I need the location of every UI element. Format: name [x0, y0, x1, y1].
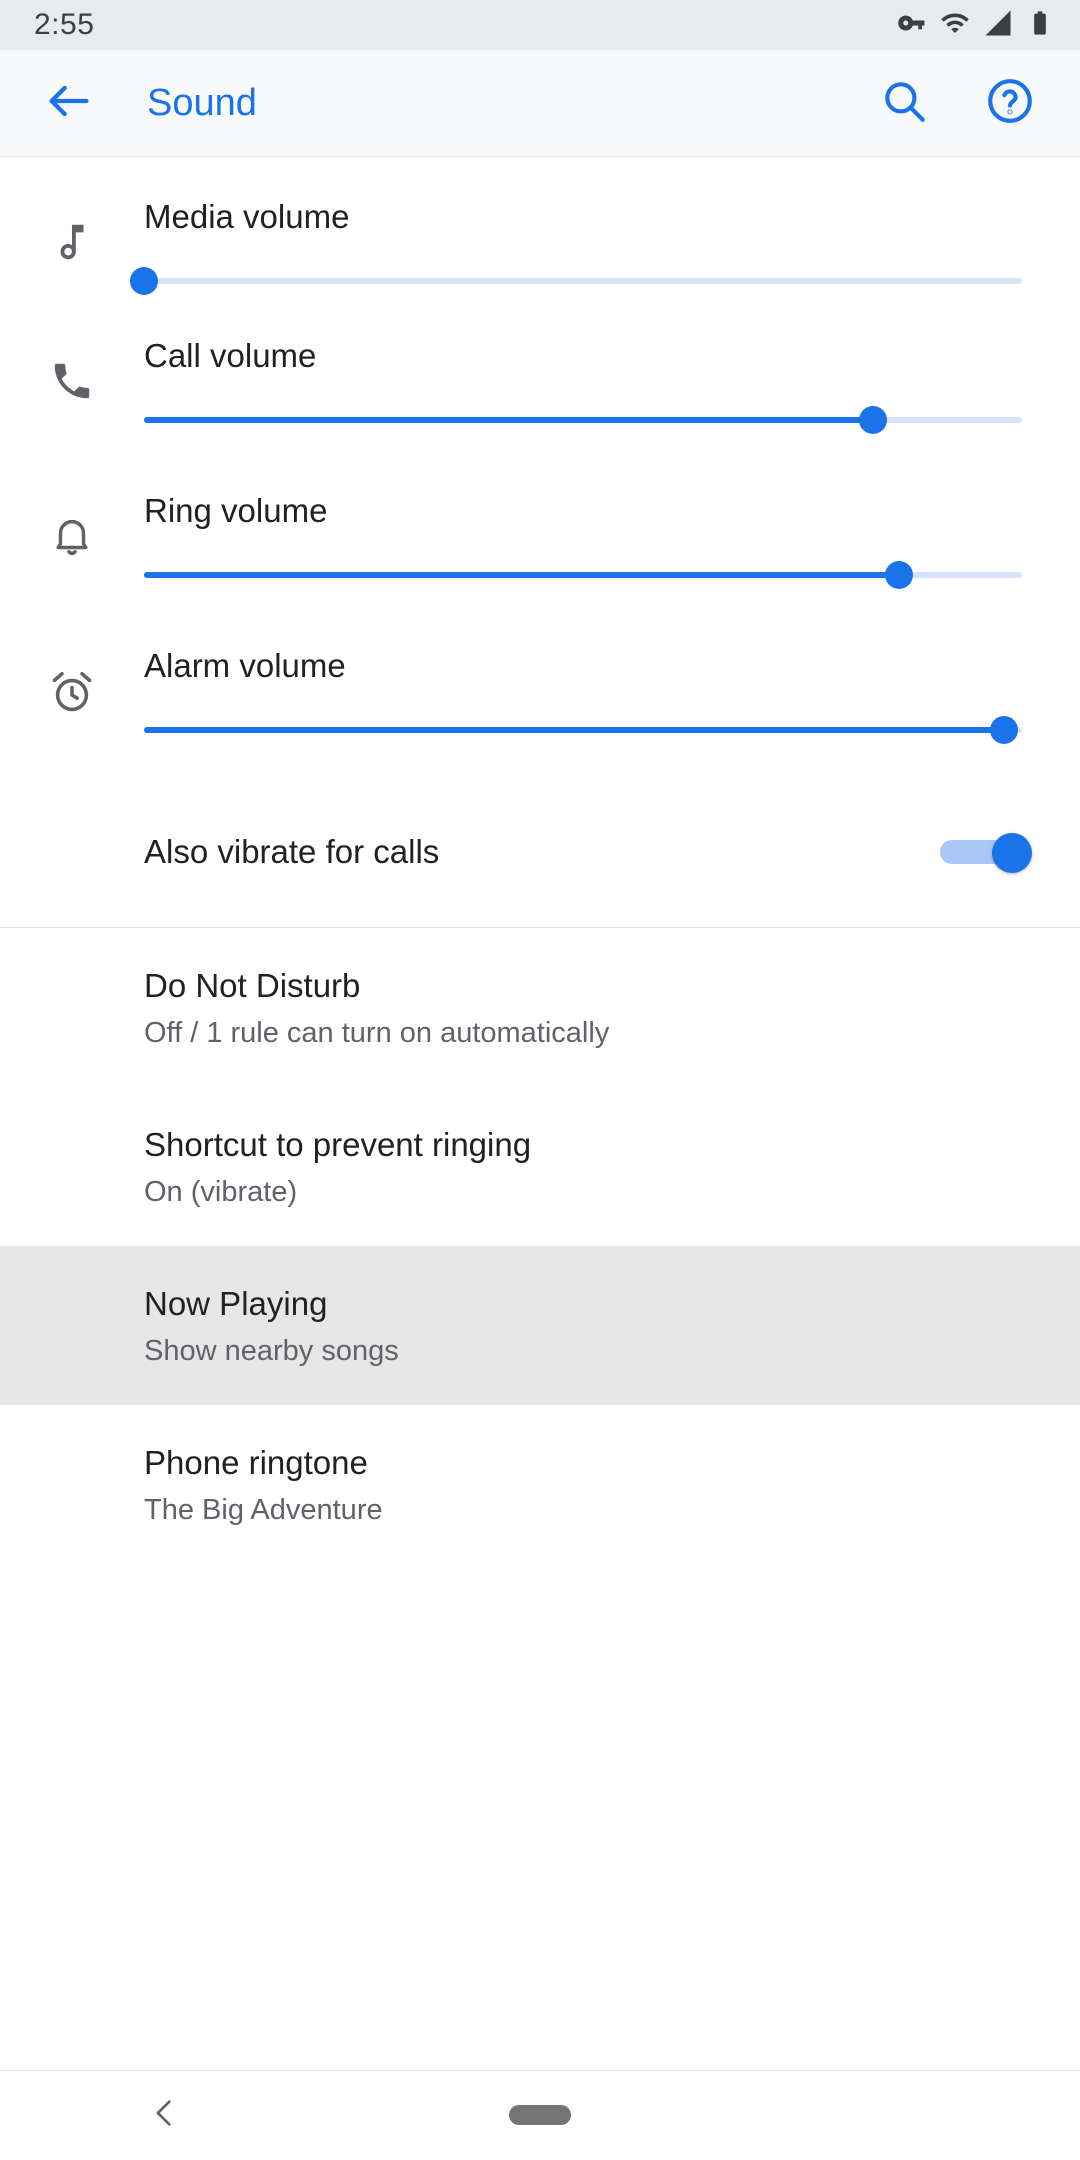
list-item-subtitle: Off / 1 rule can turn on automatically [144, 1017, 610, 1049]
volume-row-media[interactable]: Media volume [0, 157, 1080, 312]
music-note-icon [0, 173, 144, 265]
slider-track-media[interactable] [130, 267, 1022, 295]
bell-icon [0, 467, 144, 559]
volume-label-ring: Ring volume [144, 492, 328, 529]
slider-track-background [144, 278, 1022, 284]
search-icon [879, 76, 929, 131]
status-bar-clock: 2:55 [34, 8, 95, 41]
help-button[interactable] [982, 75, 1038, 131]
settings-content: Media volume Call volume Ring volume Ala… [0, 157, 1080, 1564]
slider-thumb-alarm[interactable] [990, 716, 1019, 744]
slider-track-call[interactable] [144, 406, 1022, 434]
vibrate-for-calls-switch[interactable] [940, 833, 1032, 873]
nav-back-chevron-icon [148, 2096, 182, 2135]
nav-back-button[interactable] [148, 2071, 182, 2160]
alarm-clock-icon [0, 622, 144, 716]
battery-icon [1026, 9, 1054, 42]
slider-thumb-call[interactable] [858, 406, 887, 434]
slider-track-fill [144, 572, 900, 578]
slider-track-fill [144, 727, 1005, 733]
volume-label-call: Call volume [144, 337, 317, 374]
back-button[interactable] [33, 67, 105, 139]
list-item-do-not-disturb[interactable]: Do Not Disturb Off / 1 rule can turn on … [0, 928, 1080, 1087]
home-pill-icon[interactable] [509, 2105, 571, 2125]
volume-slider-media[interactable]: Media volume [130, 173, 1080, 295]
list-item-title: Do Not Disturb [144, 967, 361, 1004]
volume-slider-call[interactable]: Call volume [144, 312, 1080, 434]
vibrate-for-calls-label: Also vibrate for calls [144, 833, 440, 870]
volume-label-media: Media volume [144, 198, 350, 235]
volume-row-ring[interactable]: Ring volume [0, 467, 1080, 622]
volume-label-alarm: Alarm volume [144, 647, 346, 684]
list-item-subtitle: On (vibrate) [144, 1176, 298, 1208]
status-bar-icons [897, 8, 1054, 43]
app-bar: Sound [0, 50, 1080, 157]
vpn-key-icon [897, 8, 927, 43]
slider-track-alarm[interactable] [144, 716, 1022, 744]
help-circle-icon [985, 76, 1035, 131]
system-navigation-bar [0, 2070, 1080, 2160]
phone-call-icon [0, 312, 144, 404]
wifi-icon [940, 8, 970, 43]
slider-thumb-media[interactable] [130, 267, 158, 295]
list-item-now-playing[interactable]: Now Playing Show nearby songs [0, 1246, 1080, 1405]
volume-slider-alarm[interactable]: Alarm volume [144, 622, 1080, 744]
volume-row-call[interactable]: Call volume [0, 312, 1080, 467]
slider-track-fill [144, 417, 873, 423]
volume-row-alarm[interactable]: Alarm volume [0, 622, 1080, 777]
switch-knob [992, 833, 1032, 873]
volume-slider-ring[interactable]: Ring volume [144, 467, 1080, 589]
list-item-title: Phone ringtone [144, 1444, 368, 1481]
status-bar: 2:55 [0, 0, 1080, 50]
list-item-title: Shortcut to prevent ringing [144, 1126, 532, 1163]
list-item-phone-ringtone[interactable]: Phone ringtone The Big Adventure [0, 1405, 1080, 1564]
page-title: Sound [147, 81, 257, 124]
list-item-title: Now Playing [144, 1285, 328, 1322]
list-item-subtitle: The Big Adventure [144, 1494, 383, 1526]
slider-thumb-ring[interactable] [885, 561, 914, 589]
cell-signal-icon [983, 8, 1013, 43]
search-button[interactable] [876, 75, 932, 131]
vibrate-for-calls-row[interactable]: Also vibrate for calls [0, 777, 1080, 927]
list-item-shortcut-to-prevent-ringing[interactable]: Shortcut to prevent ringing On (vibrate) [0, 1087, 1080, 1246]
arrow-back-icon [43, 75, 95, 132]
list-item-subtitle: Show nearby songs [144, 1335, 399, 1367]
app-bar-actions [876, 75, 1038, 131]
slider-track-ring[interactable] [144, 561, 1022, 589]
